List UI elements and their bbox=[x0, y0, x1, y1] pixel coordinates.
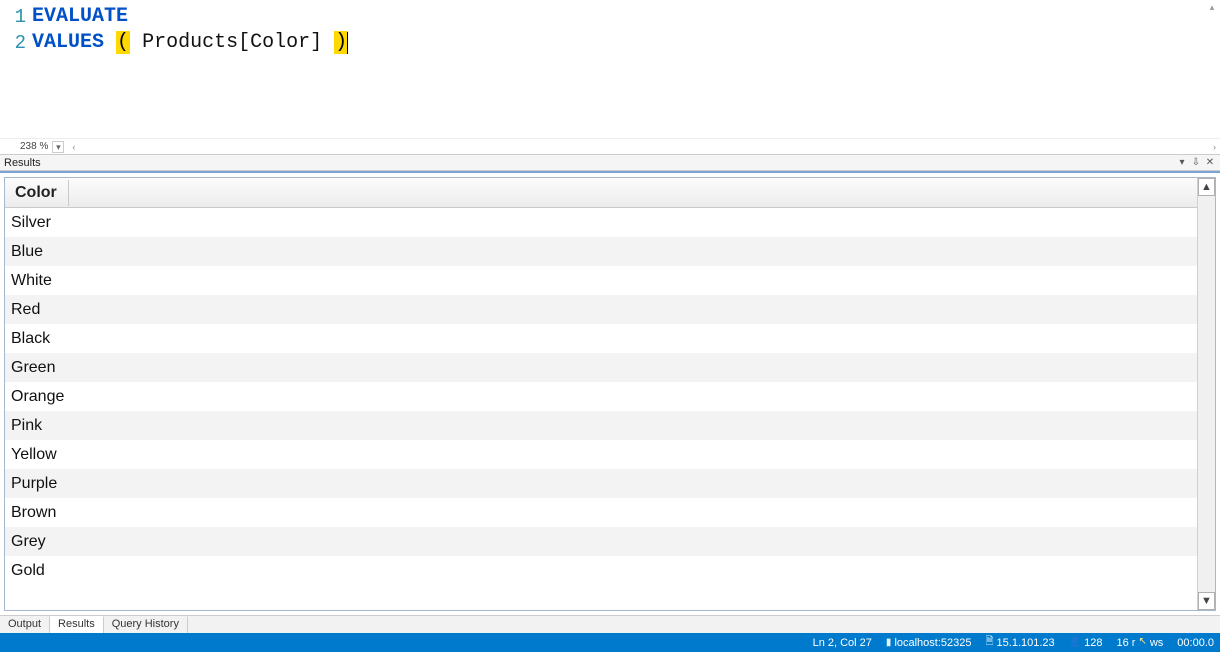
table-row[interactable]: Yellow bbox=[5, 440, 1197, 469]
table-row[interactable]: Green bbox=[5, 353, 1197, 382]
table-row[interactable]: White bbox=[5, 266, 1197, 295]
keyword: EVALUATE bbox=[32, 5, 128, 28]
scroll-left-icon[interactable]: ‹ bbox=[72, 142, 75, 152]
status-elapsed: 00:00.0 bbox=[1177, 637, 1214, 649]
space bbox=[130, 31, 142, 54]
editor-pane: 1 2 EVALUATE VALUES ( Products[Color] ) … bbox=[0, 0, 1220, 155]
db-icon: ▮ bbox=[886, 637, 892, 648]
line-gutter: 1 2 bbox=[0, 4, 32, 138]
doc-icon: 🗎 bbox=[986, 634, 994, 651]
code-line[interactable]: EVALUATE bbox=[32, 4, 1220, 30]
panel-close-icon[interactable]: ✕ bbox=[1204, 157, 1216, 168]
panel-title-bar: Results ▾ ⇩ ✕ bbox=[0, 155, 1220, 171]
table-row[interactable]: Gold bbox=[5, 556, 1197, 585]
scroll-track[interactable] bbox=[1198, 196, 1215, 592]
column-header[interactable]: Color bbox=[5, 180, 69, 206]
tab-query-history[interactable]: Query History bbox=[104, 616, 188, 633]
results-grid: Color SilverBlueWhiteRedBlackGreenOrange… bbox=[4, 177, 1216, 611]
identifier: Products[Color] bbox=[142, 31, 322, 54]
table-row[interactable]: Black bbox=[5, 324, 1197, 353]
paren-open: ( bbox=[116, 31, 130, 54]
scroll-down-icon[interactable]: ▼ bbox=[1198, 592, 1215, 610]
scroll-right-icon[interactable]: › bbox=[1213, 142, 1216, 152]
code-area[interactable]: EVALUATE VALUES ( Products[Color] ) bbox=[32, 4, 1220, 138]
bottom-tabs: Output Results Query History bbox=[0, 615, 1220, 633]
mouse-cursor-icon: ↖ bbox=[1138, 636, 1146, 647]
grid-vertical-scrollbar[interactable]: ▲ ▼ bbox=[1197, 178, 1215, 610]
table-row[interactable]: Brown bbox=[5, 498, 1197, 527]
panel-pin-icon[interactable]: ⇩ bbox=[1190, 157, 1202, 168]
code-line[interactable]: VALUES ( Products[Color] ) bbox=[32, 30, 1220, 56]
space bbox=[104, 31, 116, 54]
table-row[interactable]: Blue bbox=[5, 237, 1197, 266]
tab-results[interactable]: Results bbox=[50, 616, 104, 633]
status-bar: Ln 2, Col 27 ▮ localhost:52325 🗎 15.1.10… bbox=[0, 633, 1220, 652]
table-row[interactable]: Grey bbox=[5, 527, 1197, 556]
zoom-dropdown-icon[interactable]: ▾ bbox=[52, 141, 64, 153]
grid-header: Color bbox=[5, 178, 1197, 208]
space bbox=[322, 31, 334, 54]
paren-close: ) bbox=[334, 31, 348, 54]
status-server: ▮ localhost:52325 bbox=[886, 637, 972, 649]
status-rows: 16 r↖ws bbox=[1116, 637, 1163, 649]
grid-rows: SilverBlueWhiteRedBlackGreenOrangePinkYe… bbox=[5, 208, 1197, 585]
table-row[interactable]: Red bbox=[5, 295, 1197, 324]
table-row[interactable]: Purple bbox=[5, 469, 1197, 498]
panel-title: Results bbox=[4, 157, 41, 169]
line-number: 1 bbox=[0, 4, 26, 30]
status-position: Ln 2, Col 27 bbox=[813, 637, 872, 649]
editor-scroll-up-icon[interactable]: ▴ bbox=[1206, 2, 1218, 13]
status-spid: 👤 128 bbox=[1069, 637, 1103, 649]
keyword: VALUES bbox=[32, 31, 104, 54]
results-body: Color SilverBlueWhiteRedBlackGreenOrange… bbox=[0, 171, 1220, 615]
text-cursor bbox=[347, 32, 348, 54]
panel-dropdown-icon[interactable]: ▾ bbox=[1176, 157, 1188, 168]
table-row[interactable]: Orange bbox=[5, 382, 1197, 411]
results-panel: Results ▾ ⇩ ✕ Color SilverBlueWhiteRedBl… bbox=[0, 155, 1220, 633]
zoom-level[interactable]: 238 % bbox=[20, 141, 48, 152]
editor-content[interactable]: 1 2 EVALUATE VALUES ( Products[Color] ) bbox=[0, 0, 1220, 138]
line-number: 2 bbox=[0, 30, 26, 56]
tab-output[interactable]: Output bbox=[0, 616, 50, 633]
status-version: 🗎 15.1.101.23 bbox=[986, 634, 1055, 651]
scroll-up-icon[interactable]: ▲ bbox=[1198, 178, 1215, 196]
editor-footer: 238 % ▾ ‹ › bbox=[0, 138, 1220, 154]
table-row[interactable]: Pink bbox=[5, 411, 1197, 440]
user-icon: 👤 bbox=[1069, 637, 1081, 648]
table-row[interactable]: Silver bbox=[5, 208, 1197, 237]
